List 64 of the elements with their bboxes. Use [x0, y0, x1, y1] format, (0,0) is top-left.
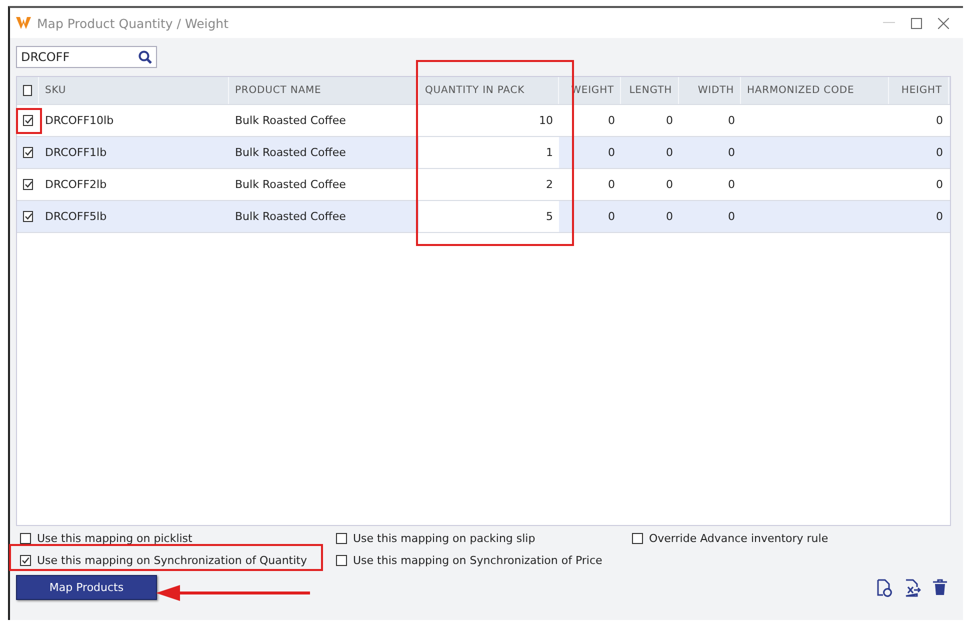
- option-label: Use this mapping on packing slip: [353, 532, 536, 545]
- table-cell: 0: [728, 210, 735, 223]
- table-cell: 0: [936, 146, 943, 159]
- checkbox[interactable]: [632, 533, 643, 544]
- column-header[interactable]: HEIGHT: [889, 77, 949, 104]
- table-cell: 0: [666, 210, 673, 223]
- checkbox[interactable]: [23, 115, 33, 126]
- column-header[interactable]: SKU: [39, 77, 229, 104]
- table-cell: 0: [936, 210, 943, 223]
- table-cell: 0: [608, 210, 615, 223]
- table-cell: Bulk Roasted Coffee: [235, 114, 346, 127]
- highlight-frame: [16, 108, 42, 134]
- option-label: Use this mapping on picklist: [37, 532, 192, 545]
- table-cell: 0: [728, 146, 735, 159]
- checkbox[interactable]: [23, 179, 33, 190]
- table-cell: 0: [936, 178, 943, 191]
- option-label: Use this mapping on Synchronization of Price: [353, 554, 602, 567]
- column-header[interactable]: WIDTH: [679, 77, 741, 104]
- checkbox[interactable]: [23, 147, 33, 158]
- column-header[interactable]: PRODUCT NAME: [229, 77, 419, 104]
- checkbox[interactable]: [20, 533, 31, 544]
- export-icon[interactable]: [904, 578, 921, 596]
- table-cell: DRCOFF5lb: [45, 210, 107, 223]
- table-cell: 0: [936, 114, 943, 127]
- table-cell: 0: [728, 114, 735, 127]
- table-cell: 0: [666, 178, 673, 191]
- table-cell: 0: [728, 178, 735, 191]
- checkbox[interactable]: [336, 533, 347, 544]
- table-cell: Bulk Roasted Coffee: [235, 146, 346, 159]
- table-cell: 0: [666, 146, 673, 159]
- checkbox[interactable]: [336, 555, 347, 566]
- table-cell: DRCOFF10lb: [45, 114, 114, 127]
- table-cell: 2: [546, 178, 553, 191]
- checkbox[interactable]: [20, 555, 31, 566]
- table-cell: DRCOFF1lb: [45, 146, 107, 159]
- table-cell: DRCOFF2lb: [45, 178, 107, 191]
- table-cell: 1: [546, 146, 553, 159]
- close-icon[interactable]: [938, 18, 949, 28]
- option-checkbox[interactable]: Override Advance inventory rule: [632, 532, 957, 545]
- column-header[interactable]: QUANTITY IN PACK: [419, 77, 559, 104]
- table-cell: Bulk Roasted Coffee: [235, 210, 346, 223]
- option-checkbox[interactable]: Use this mapping on packing slip: [336, 532, 632, 545]
- column-header[interactable]: HARMONIZED CODE: [741, 77, 889, 104]
- document-refresh-icon[interactable]: [876, 578, 892, 596]
- window-title: Map Product Quantity / Weight: [37, 16, 230, 30]
- table-cell: 5: [546, 210, 553, 223]
- search-field[interactable]: DRCOFF: [16, 46, 157, 68]
- table-cell: 0: [608, 178, 615, 191]
- map-products-button[interactable]: Map Products: [16, 575, 157, 600]
- search-icon[interactable]: [138, 50, 152, 64]
- maximize-icon[interactable]: [911, 18, 922, 28]
- option-checkbox[interactable]: Use this mapping on Synchronization of Price: [336, 554, 632, 567]
- trash-icon[interactable]: [933, 578, 947, 596]
- checkbox[interactable]: [23, 211, 33, 222]
- table-cell: Bulk Roasted Coffee: [235, 178, 346, 191]
- checkbox[interactable]: [23, 85, 32, 96]
- table-cell: 0: [608, 146, 615, 159]
- logo-icon: [16, 17, 31, 29]
- table-cell: 10: [539, 114, 553, 127]
- table-cell: 0: [666, 114, 673, 127]
- table-cell: 0: [608, 114, 615, 127]
- option-label: Override Advance inventory rule: [649, 532, 828, 545]
- column-header[interactable]: LENGTH: [621, 77, 679, 104]
- option-checkbox[interactable]: Use this mapping on picklist: [20, 532, 336, 545]
